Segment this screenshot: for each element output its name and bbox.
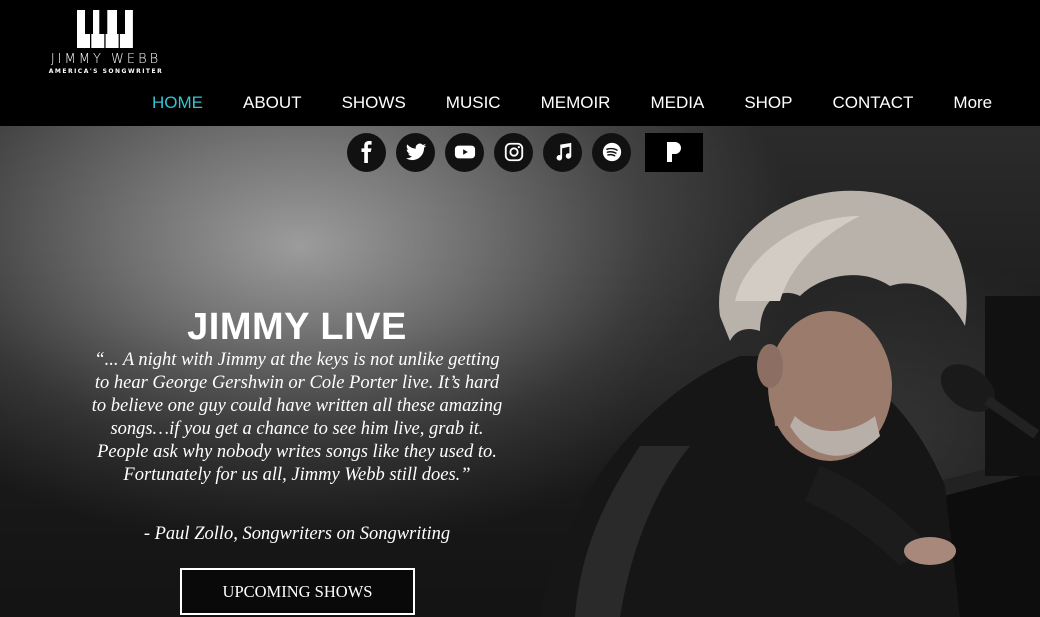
- site-logo[interactable]: JIMMY WEBB AMERICA'S SONGWRITER: [26, 10, 186, 76]
- nav-item-contact[interactable]: CONTACT: [813, 92, 934, 116]
- facebook-icon[interactable]: [347, 132, 386, 172]
- instagram-icon[interactable]: [494, 132, 533, 172]
- twitter-icon[interactable]: [396, 132, 435, 172]
- apple-music-icon[interactable]: [543, 132, 582, 172]
- pandora-icon[interactable]: [645, 132, 703, 172]
- brand-name: JIMMY WEBB: [50, 52, 162, 67]
- nav-item-media[interactable]: MEDIA: [630, 92, 724, 116]
- social-bar: [347, 132, 703, 172]
- nav-item-memoir[interactable]: MEMOIR: [521, 92, 631, 116]
- site-header: JIMMY WEBB AMERICA'S SONGWRITER HOME ABO…: [0, 0, 1040, 126]
- spotify-icon[interactable]: [592, 132, 631, 172]
- hero-title: JIMMY LIVE: [187, 306, 407, 348]
- upcoming-shows-button[interactable]: UPCOMING SHOWS: [180, 568, 415, 615]
- hero-section: JIMMY LIVE “... A night with Jimmy at th…: [0, 126, 1040, 617]
- nav-item-music[interactable]: MUSIC: [426, 92, 521, 116]
- nav-item-more[interactable]: More: [933, 92, 1012, 116]
- nav-item-shop[interactable]: SHOP: [724, 92, 812, 116]
- quote-attribution: - Paul Zollo, Songwriters on Songwriting: [143, 524, 451, 544]
- hero-quote: “... A night with Jimmy at the keys is n…: [91, 350, 503, 485]
- brand-tagline: AMERICA'S SONGWRITER: [48, 68, 164, 75]
- nav-item-home[interactable]: HOME: [132, 92, 223, 116]
- piano-keys-logo-icon: [77, 10, 133, 48]
- youtube-icon[interactable]: [445, 132, 484, 172]
- nav-item-about[interactable]: ABOUT: [223, 92, 322, 116]
- main-nav: HOME ABOUT SHOWS MUSIC MEMOIR MEDIA SHOP…: [132, 92, 1012, 116]
- nav-item-shows[interactable]: SHOWS: [322, 92, 426, 116]
